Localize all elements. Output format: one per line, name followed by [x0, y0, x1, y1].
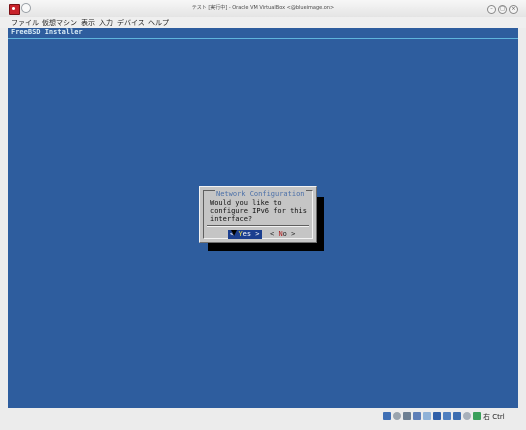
shared-folder-icon[interactable] [413, 412, 421, 420]
yes-hotkey: Y [238, 230, 243, 238]
menu-input[interactable]: 入力 [99, 18, 113, 28]
network-icon[interactable] [443, 412, 451, 420]
menu-devices[interactable]: デバイス [117, 18, 145, 28]
vm-display[interactable]: FreeBSD Installer Network Configuration … [8, 28, 518, 408]
maximize-button[interactable]: □ [498, 5, 507, 14]
network-configuration-dialog: Network Configuration Would you like to … [199, 186, 317, 243]
harddisk-icon[interactable] [383, 412, 391, 420]
display-icon[interactable] [423, 412, 431, 420]
menu-file[interactable]: ファイル [11, 18, 39, 28]
installer-title: FreeBSD Installer [11, 28, 83, 36]
dialog-separator [207, 225, 309, 227]
menu-bar: ファイル 仮想マシン 表示 入力 デバイス ヘルプ [0, 17, 526, 28]
video-capture-icon[interactable] [433, 412, 441, 420]
mouse-cursor-icon [231, 230, 237, 236]
minimize-button[interactable]: – [487, 5, 496, 14]
menu-help[interactable]: ヘルプ [148, 18, 169, 28]
usb-icon[interactable] [403, 412, 411, 420]
cpu-icon[interactable] [463, 412, 471, 420]
dialog-title: Network Configuration [215, 190, 306, 198]
menu-view[interactable]: 表示 [81, 18, 95, 28]
host-key-label: 右 Ctrl [483, 413, 505, 421]
dialog-message: Would you like to configure IPv6 for thi… [210, 199, 307, 223]
title-bar: テスト [実行中] - Oracle VM VirtualBox <@bluei… [0, 0, 526, 17]
mouse-integration-icon[interactable] [453, 412, 461, 420]
no-button[interactable]: < No > [268, 230, 297, 239]
no-hotkey: N [278, 230, 283, 238]
window-title: テスト [実行中] - Oracle VM VirtualBox <@bluei… [191, 5, 335, 11]
close-button[interactable]: × [509, 5, 518, 14]
dialog-frame: Network Configuration Would you like to … [203, 190, 313, 239]
arrow-icon[interactable] [473, 412, 481, 420]
status-bar: 右 Ctrl [0, 408, 526, 430]
optical-disc-icon[interactable] [393, 412, 401, 420]
title-rule [8, 38, 518, 39]
menu-machine[interactable]: 仮想マシン [42, 18, 77, 28]
